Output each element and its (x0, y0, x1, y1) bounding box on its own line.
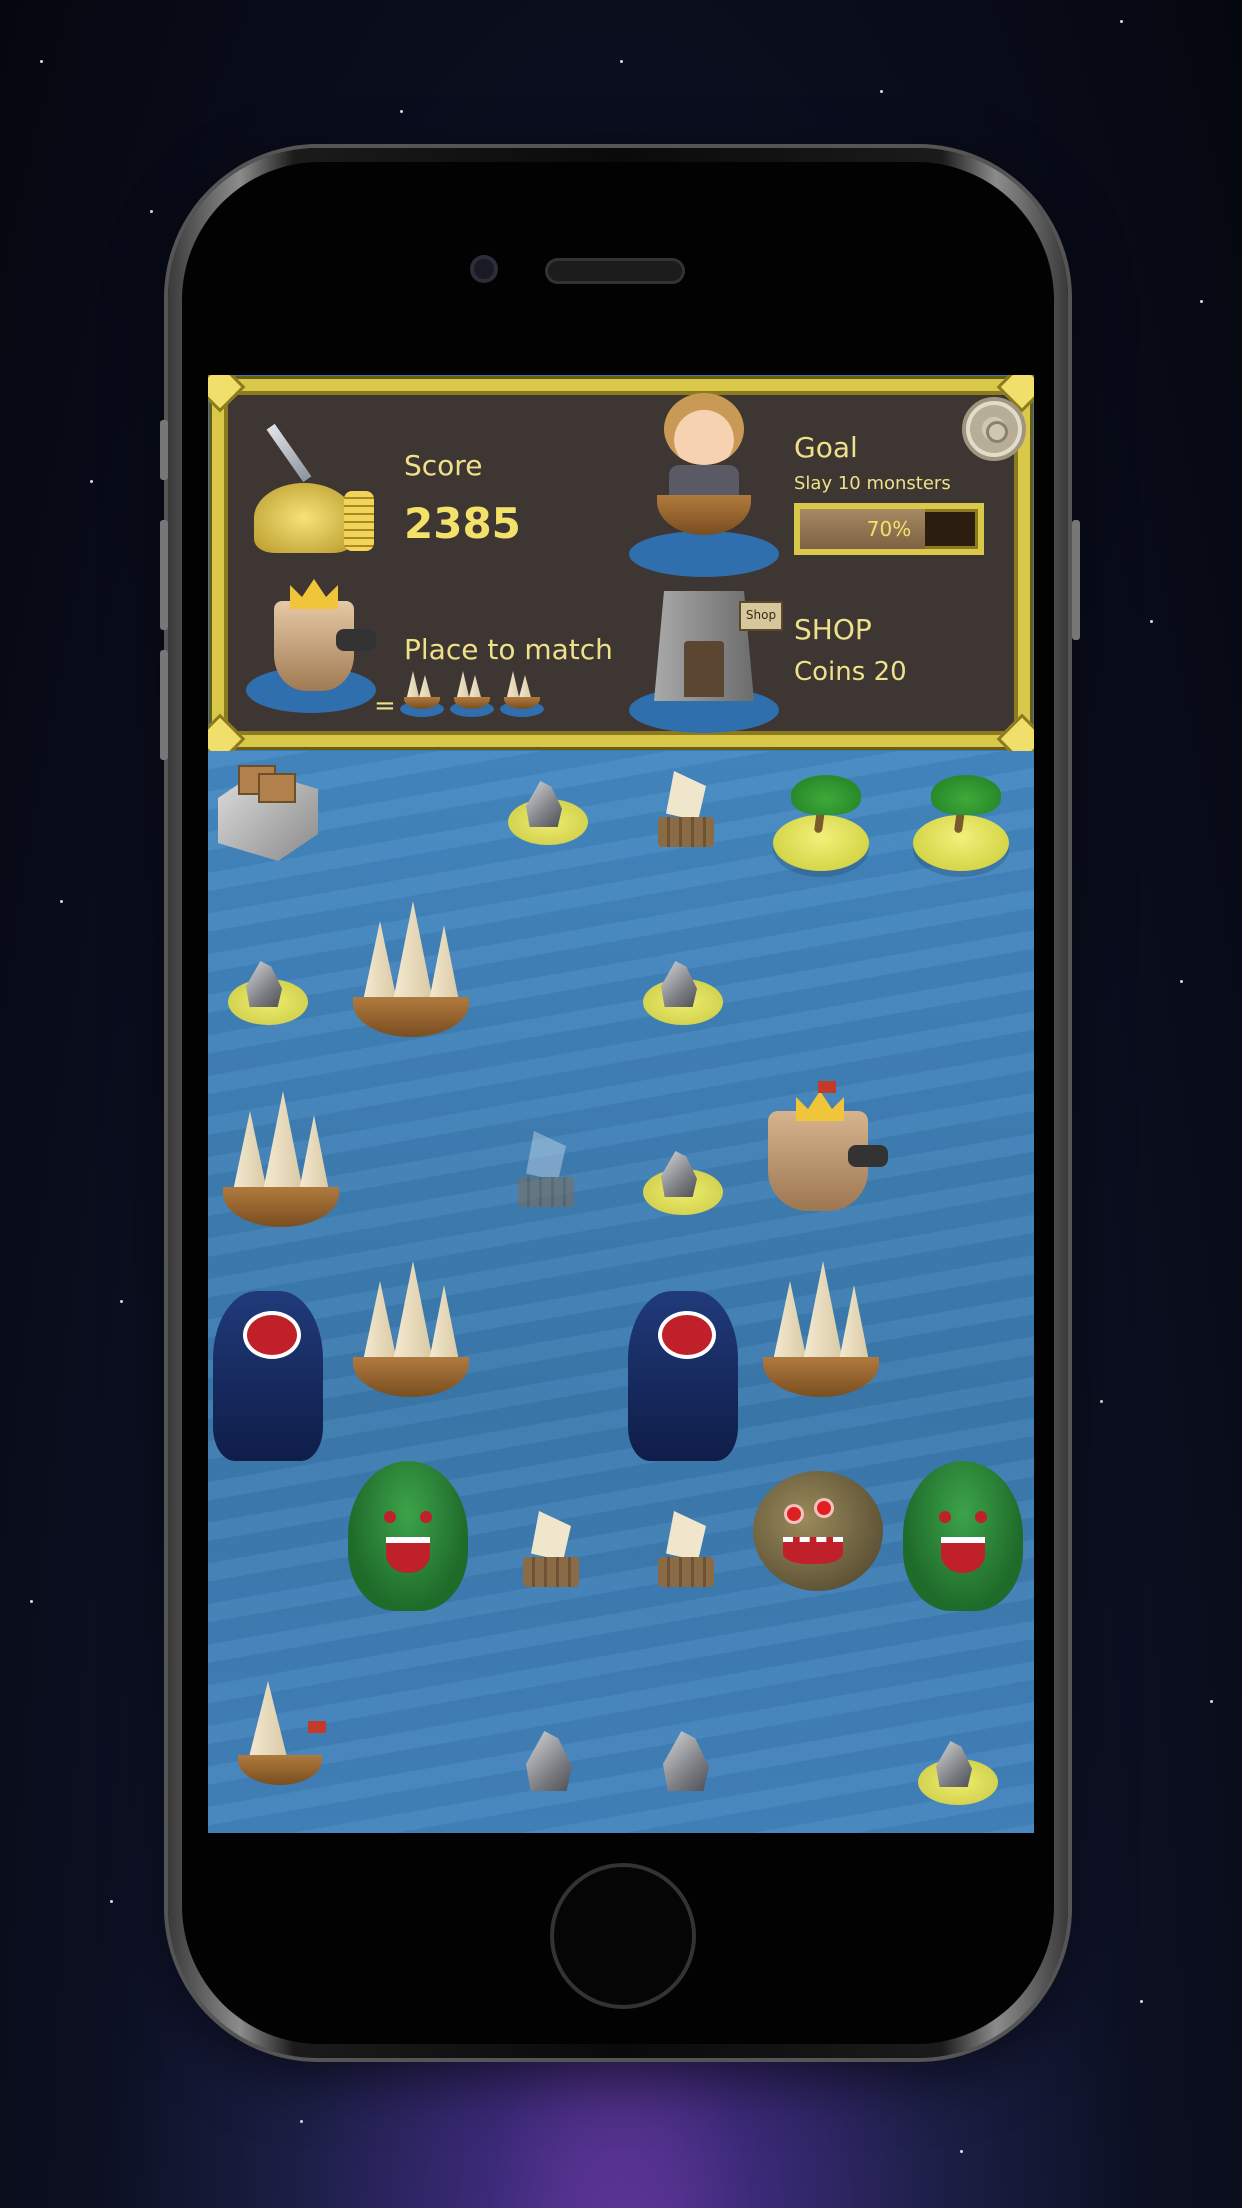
match-requirement (400, 671, 550, 721)
score-value: 2385 (404, 499, 521, 548)
galleon-icon (400, 671, 444, 721)
volume-down-button (160, 650, 168, 760)
speaker-grille (545, 258, 685, 284)
rock-tile[interactable] (663, 1731, 709, 1791)
hud-corner (208, 375, 246, 413)
gear-icon[interactable] (962, 397, 1026, 461)
home-button[interactable] (550, 1863, 696, 2009)
shop-tower-icon[interactable]: Shop (629, 581, 789, 741)
fort-tile[interactable] (218, 765, 318, 861)
hud-panel: Score 2385 = Place to match Shop Goal Sl… (208, 375, 1034, 765)
galleon-icon (500, 671, 544, 721)
shop-label[interactable]: SHOP (794, 613, 872, 646)
volume-up-button (160, 520, 168, 630)
place-to-match-label: Place to match (404, 633, 613, 666)
galleon-icon (450, 671, 494, 721)
game-screen: Score 2385 = Place to match Shop Goal Sl… (208, 375, 1034, 1833)
treasure-icon (244, 421, 394, 561)
castle-ship-icon (246, 571, 384, 713)
kraken-tile[interactable] (903, 1461, 1023, 1611)
goal-description: Slay 10 monsters (794, 473, 951, 494)
goal-progress-bar: 70% (794, 503, 984, 555)
kraken-tile[interactable] (348, 1461, 468, 1611)
shop-sign: Shop (739, 601, 783, 631)
power-button (1072, 520, 1080, 640)
score-label: Score (404, 449, 483, 482)
mute-switch (160, 420, 168, 480)
goal-progress-text: 70% (866, 517, 912, 541)
equals-sign: = (374, 691, 396, 721)
sea-serpent-tile[interactable] (628, 1291, 738, 1461)
game-board[interactable] (208, 751, 1034, 1833)
hero-avatar-icon (629, 391, 779, 577)
front-camera (470, 255, 498, 283)
goal-label: Goal (794, 431, 858, 464)
sea-serpent-tile[interactable] (213, 1291, 323, 1461)
rock-tile[interactable] (526, 1731, 572, 1791)
coins-label: Coins 20 (794, 657, 907, 687)
piranha-tile[interactable] (753, 1471, 883, 1591)
